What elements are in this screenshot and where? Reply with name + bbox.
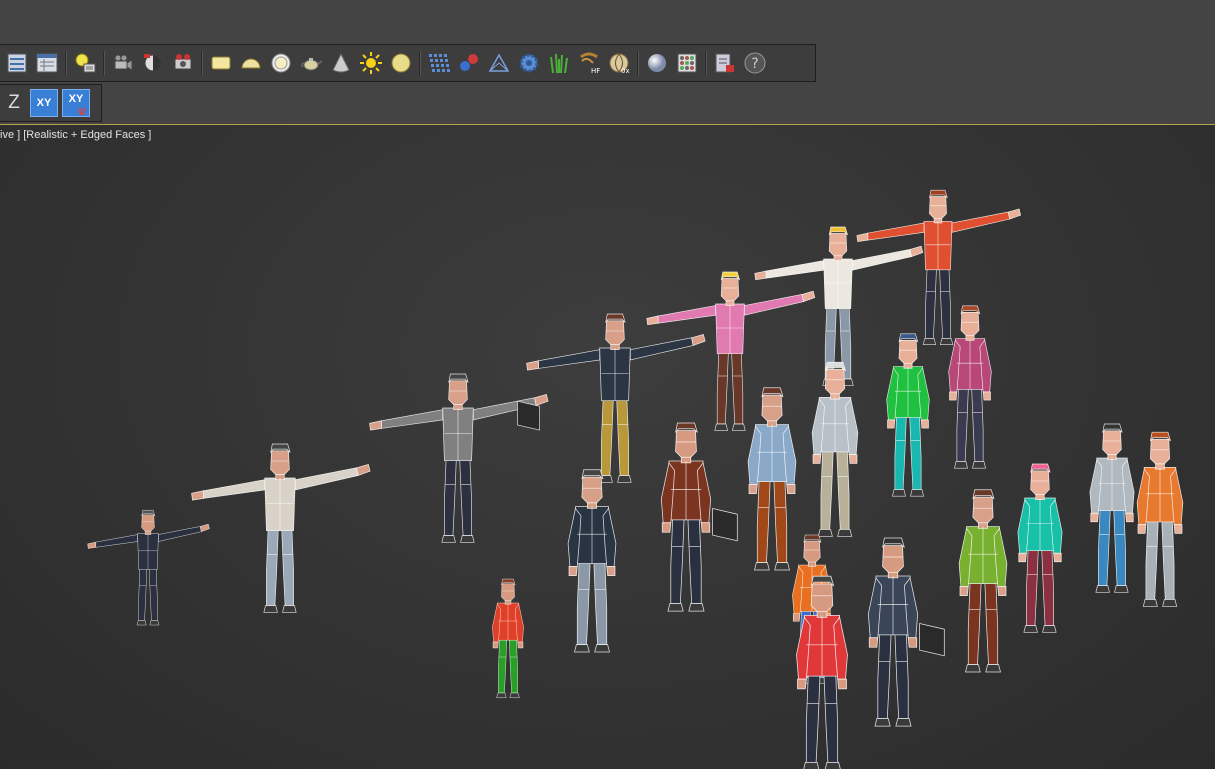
character-figure[interactable] xyxy=(811,361,859,537)
material-editor-button[interactable] xyxy=(675,51,699,75)
scene-explorer-icon xyxy=(36,53,58,73)
ring-icon xyxy=(271,53,291,73)
toolbar-separator xyxy=(201,51,203,75)
gear-icon xyxy=(519,53,539,73)
layer-manager-button[interactable] xyxy=(5,51,29,75)
character-figure[interactable] xyxy=(886,333,930,497)
svg-text:0x: 0x xyxy=(621,67,630,75)
layer-manager-icon xyxy=(7,53,27,73)
molecule-button[interactable] xyxy=(457,51,481,75)
render-frame-icon xyxy=(715,53,734,73)
render-production-button[interactable] xyxy=(171,51,195,75)
teapot-button[interactable] xyxy=(299,51,323,75)
toolbar-separator xyxy=(705,51,707,75)
help-icon: ? xyxy=(744,52,766,74)
gear-button[interactable] xyxy=(517,51,541,75)
main-toolbar: HF 0x? xyxy=(0,44,816,82)
toolbar-separator xyxy=(637,51,639,75)
hair-fur-button[interactable]: HF xyxy=(577,51,601,75)
help-button[interactable]: ? xyxy=(743,51,767,75)
hemisphere-icon xyxy=(241,58,261,69)
material-editor-icon xyxy=(677,53,697,73)
character-figure[interactable] xyxy=(191,443,371,613)
ring-button[interactable] xyxy=(269,51,293,75)
title-area xyxy=(0,0,1215,44)
toolbar-separator xyxy=(65,51,67,75)
axis-xy-button[interactable]: XY xyxy=(30,89,58,117)
sun-button[interactable] xyxy=(359,51,383,75)
light-lister-icon xyxy=(75,53,96,73)
material-sphere-icon xyxy=(648,54,666,72)
render-frame-button[interactable] xyxy=(713,51,737,75)
character-figure[interactable] xyxy=(948,305,992,469)
grass-icon xyxy=(550,53,568,74)
axis-constraints-toolbar: Z XY XY xyxy=(0,84,102,122)
character-figure[interactable] xyxy=(660,422,738,612)
scatter-icon xyxy=(488,53,510,72)
axis-z-button[interactable]: Z xyxy=(2,89,26,117)
axis-xy-snap-button[interactable]: XY xyxy=(62,89,90,117)
molecule-icon xyxy=(460,54,478,71)
svg-text:HF: HF xyxy=(591,67,600,75)
pattern-icon: 0x xyxy=(609,53,630,75)
cone-button[interactable] xyxy=(329,51,353,75)
character-figure[interactable] xyxy=(567,469,617,653)
svg-text:?: ? xyxy=(751,56,758,72)
character-figure[interactable] xyxy=(867,537,945,727)
character-figure[interactable] xyxy=(526,313,706,483)
character-scene xyxy=(87,189,1184,769)
hair-fur-icon: HF xyxy=(580,52,600,75)
scatter-button[interactable] xyxy=(487,51,511,75)
sun-icon xyxy=(360,52,382,74)
teapot-icon xyxy=(300,58,323,71)
camera-button[interactable] xyxy=(111,51,135,75)
sphere-icon xyxy=(391,53,411,73)
perspective-viewport[interactable]: ive ] [Realistic + Edged Faces ] xyxy=(0,124,1215,769)
hemisphere-button[interactable] xyxy=(239,51,263,75)
toolbar-separator xyxy=(103,51,105,75)
character-figure[interactable] xyxy=(747,387,797,571)
scene-explorer-button[interactable] xyxy=(35,51,59,75)
grass-button[interactable] xyxy=(547,51,571,75)
material-sphere-button[interactable] xyxy=(645,51,669,75)
pattern-button[interactable]: 0x xyxy=(607,51,631,75)
character-figure[interactable] xyxy=(646,271,816,431)
character-figure[interactable] xyxy=(1089,423,1135,593)
cone-icon xyxy=(332,52,350,73)
character-figure[interactable] xyxy=(87,509,210,626)
grid-array-icon xyxy=(429,54,450,72)
light-lister-button[interactable] xyxy=(73,51,97,75)
character-figure[interactable] xyxy=(492,578,524,699)
render-setup-icon xyxy=(144,54,162,72)
character-figure[interactable] xyxy=(1017,463,1063,633)
plane-icon xyxy=(211,56,231,70)
character-figure[interactable] xyxy=(856,189,1022,345)
render-setup-button[interactable] xyxy=(141,51,165,75)
magnet-icon xyxy=(79,108,85,115)
character-figure[interactable] xyxy=(369,373,549,543)
grid-array-button[interactable] xyxy=(427,51,451,75)
camera-icon xyxy=(114,54,133,71)
plane-button[interactable] xyxy=(209,51,233,75)
character-figure[interactable] xyxy=(1136,431,1184,607)
sphere-button[interactable] xyxy=(389,51,413,75)
character-figure[interactable] xyxy=(958,489,1008,673)
toolbar-separator xyxy=(419,51,421,75)
render-production-icon xyxy=(174,54,192,70)
